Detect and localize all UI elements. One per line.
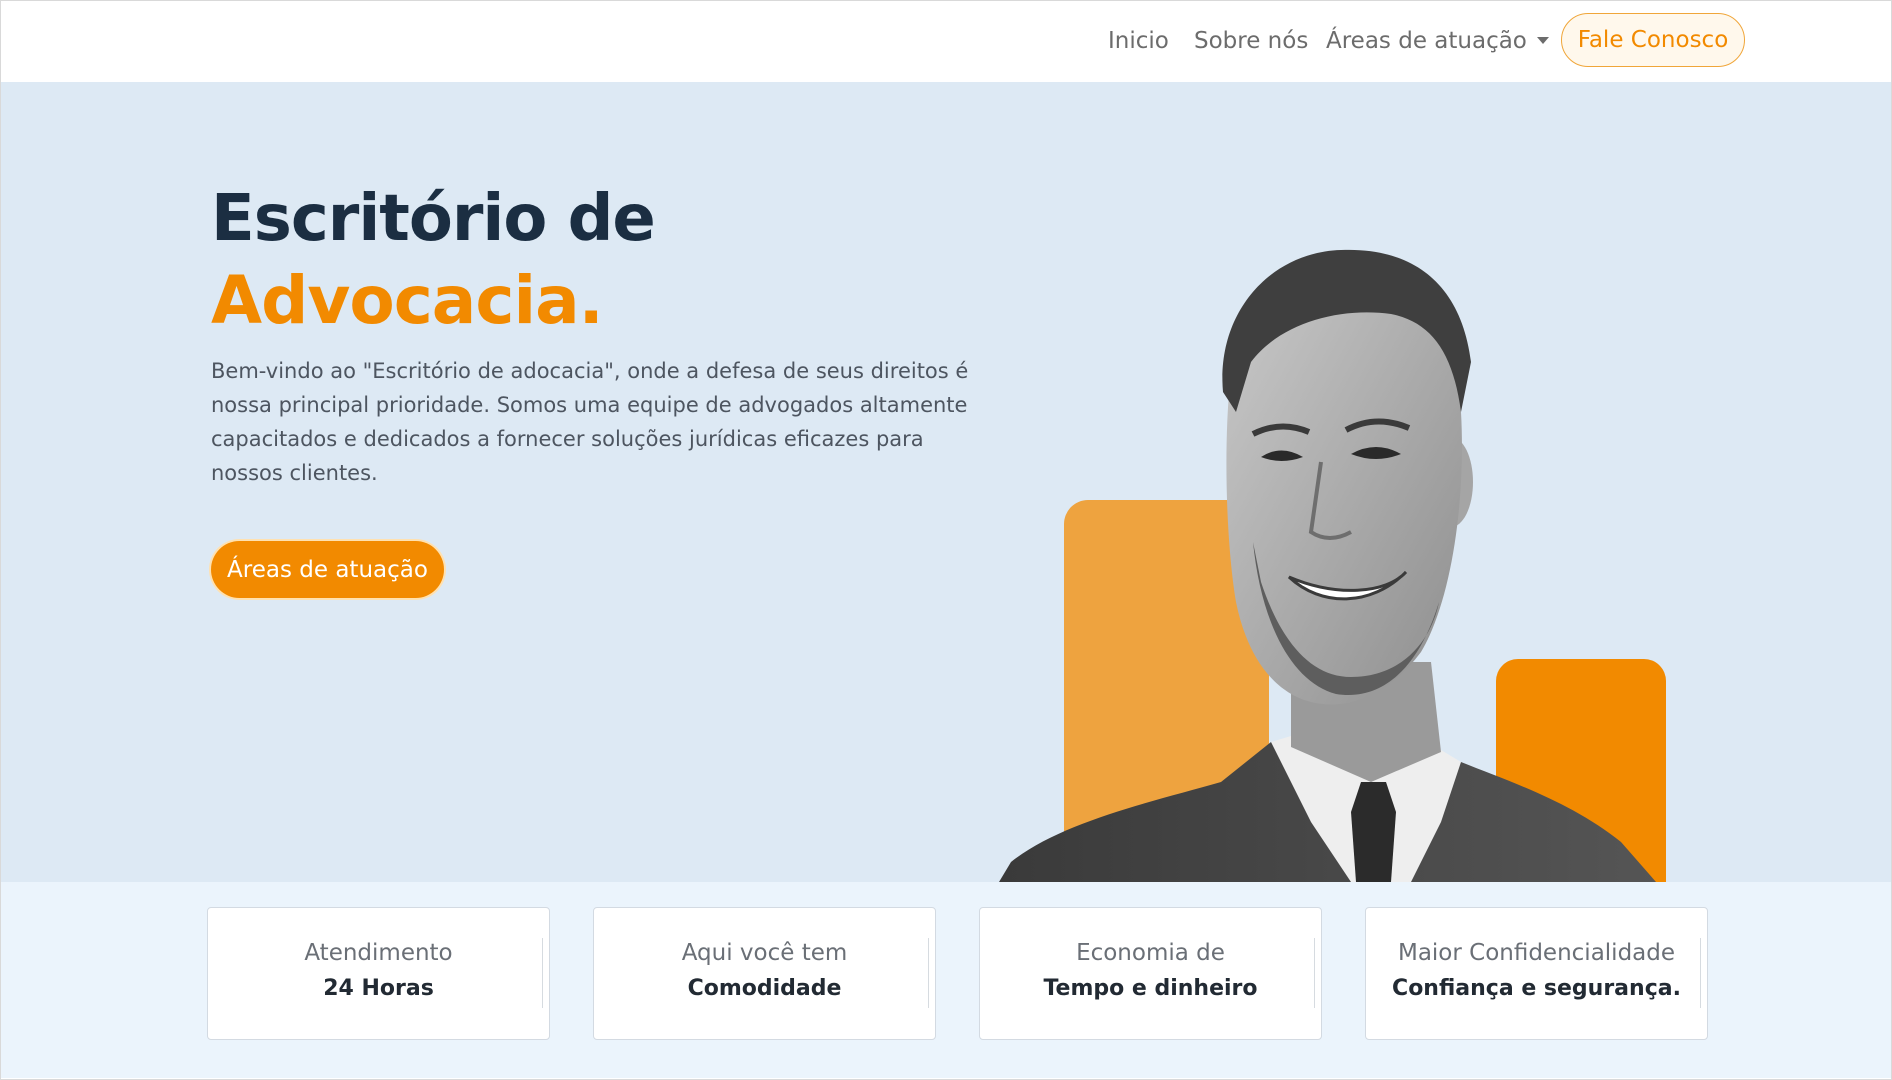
feature-card-economia: Economia de Tempo e dinheiro bbox=[979, 907, 1322, 1040]
feature-card-atendimento: Atendimento 24 Horas bbox=[207, 907, 550, 1040]
fale-conosco-button[interactable]: Fale Conosco bbox=[1561, 13, 1745, 67]
feature-card-title: Comodidade bbox=[687, 976, 842, 1001]
feature-card-confidencialidade: Maior Confidencialidade Confiança e segu… bbox=[1365, 907, 1708, 1040]
card-divider bbox=[1700, 938, 1701, 1008]
hero-illustration bbox=[991, 222, 1751, 882]
feature-card-title: Confiança e segurança. bbox=[1392, 976, 1681, 1001]
navbar: Inicio Sobre nós Áreas de atuação Fale C… bbox=[1, 1, 1891, 81]
features-strip: Atendimento 24 Horas Aqui você tem Comod… bbox=[1, 882, 1891, 1078]
card-divider bbox=[542, 938, 543, 1008]
feature-card-subtitle: Aqui você tem bbox=[681, 940, 848, 966]
caret-down-icon[interactable] bbox=[1537, 37, 1549, 44]
feature-card-subtitle: Maior Confidencialidade bbox=[1397, 940, 1676, 966]
feature-card-subtitle: Economia de bbox=[1076, 940, 1225, 966]
hero-title-line1: Escritório de bbox=[211, 182, 656, 256]
nav-dropdown-areas-de-atuacao[interactable]: Áreas de atuação bbox=[1326, 26, 1527, 56]
nav-link-inicio[interactable]: Inicio bbox=[1108, 26, 1169, 56]
areas-de-atuacao-button[interactable]: Áreas de atuação bbox=[211, 541, 444, 598]
card-divider bbox=[1314, 938, 1315, 1008]
hero-description: Bem-vindo ao "Escritório de adocacia", o… bbox=[211, 359, 969, 485]
feature-card-comodidade: Aqui você tem Comodidade bbox=[593, 907, 936, 1040]
feature-card-subtitle: Atendimento bbox=[304, 940, 453, 966]
hero-section: Escritório de Advocacia. Bem-vindo ao "E… bbox=[1, 82, 1891, 882]
feature-card-title: 24 Horas bbox=[323, 976, 434, 1001]
nav-link-sobre-nos[interactable]: Sobre nós bbox=[1194, 26, 1308, 56]
card-divider bbox=[928, 938, 929, 1008]
feature-card-title: Tempo e dinheiro bbox=[1043, 976, 1258, 1001]
hero-title-line2: Advocacia. bbox=[211, 262, 604, 339]
lawyer-portrait bbox=[999, 249, 1656, 882]
